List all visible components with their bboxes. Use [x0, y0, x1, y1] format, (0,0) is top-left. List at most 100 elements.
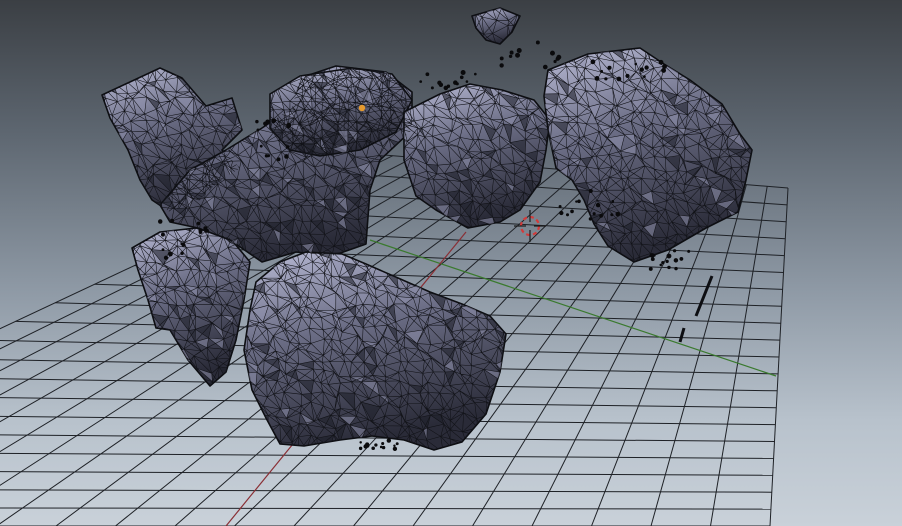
stray-vertex	[196, 221, 201, 226]
stray-vertex	[276, 157, 281, 162]
grid-line	[0, 452, 774, 459]
mesh-face	[741, 128, 751, 134]
mesh-face	[553, 37, 570, 45]
mesh-chunk-front-block[interactable]	[243, 251, 507, 451]
mesh-face	[130, 210, 145, 212]
stray-vertex	[419, 80, 423, 83]
mesh-face	[135, 201, 145, 211]
stray-vertex	[515, 52, 521, 58]
stray-vertex	[610, 213, 614, 217]
stray-vertex	[271, 118, 276, 124]
stray-vertex	[374, 443, 378, 447]
mesh-face	[279, 68, 290, 84]
mesh-face	[485, 0, 496, 6]
3d-cursor-icon[interactable]	[514, 210, 546, 242]
stray-vertex	[170, 218, 175, 223]
mesh-face	[251, 76, 261, 84]
mesh-face	[204, 67, 215, 77]
mesh-face	[102, 191, 103, 197]
stray-vertex	[625, 73, 630, 79]
stray-vertex	[615, 211, 621, 217]
stray-vertex	[674, 266, 678, 271]
stray-vertex	[687, 249, 691, 253]
stray-vertex	[648, 266, 653, 271]
stray-vertex	[535, 40, 540, 45]
mesh-face	[144, 201, 162, 212]
mesh-face	[103, 145, 118, 156]
stray-vertex	[163, 255, 169, 260]
stray-vertex	[381, 445, 386, 450]
mesh-face	[379, 242, 396, 255]
mesh-face	[102, 166, 115, 183]
mesh-face	[253, 414, 269, 429]
mesh-face	[394, 166, 406, 176]
stray-vertex	[459, 75, 464, 80]
mesh-face	[168, 377, 180, 386]
mesh-face	[281, 55, 296, 63]
mesh-face	[466, 434, 476, 450]
stray-vertex	[371, 446, 375, 451]
stray-vertex	[286, 125, 290, 129]
stray-vertex	[639, 67, 644, 72]
mesh-face	[132, 318, 148, 328]
stray-vertex	[392, 446, 398, 451]
stray-vertex	[595, 202, 601, 208]
mesh-face	[270, 68, 271, 69]
mesh-face	[102, 109, 103, 124]
3d-viewport[interactable]	[0, 0, 902, 526]
stray-vertex	[590, 59, 596, 65]
mesh-chunk-top-stand[interactable]	[471, 7, 521, 45]
mesh-face	[255, 66, 268, 75]
stray-vertex	[588, 188, 593, 193]
mesh-face	[727, 48, 746, 58]
stray-vertex	[575, 200, 578, 203]
object-origin-icon[interactable]	[358, 104, 366, 112]
stray-vertex	[550, 50, 555, 56]
mesh-face	[720, 230, 735, 248]
mesh-face	[112, 144, 124, 161]
mesh-face	[705, 66, 725, 82]
stray-vertex	[157, 219, 163, 224]
stray-vertex	[256, 128, 260, 132]
mesh-face	[231, 368, 240, 381]
mesh-face	[740, 70, 752, 81]
mesh-face	[415, 215, 430, 227]
stray-vertex	[516, 48, 522, 54]
mesh-face	[477, 427, 485, 438]
stray-vertex	[425, 72, 430, 77]
stray-vertex	[386, 438, 392, 443]
stray-vertex	[634, 62, 638, 66]
stray-vertex	[203, 226, 208, 231]
mesh-face	[244, 372, 258, 386]
stray-vertex	[509, 50, 514, 55]
mesh-face	[547, 232, 560, 249]
mesh-face	[443, 446, 456, 450]
mesh-face	[175, 59, 190, 67]
mesh-face	[214, 66, 229, 80]
stray-vertex	[658, 59, 664, 65]
stray-vertex	[161, 248, 165, 252]
stray-vertex	[661, 67, 667, 73]
mesh-face	[105, 155, 118, 168]
stray-vertex	[570, 209, 574, 214]
stray-vertex	[616, 76, 622, 82]
stray-vertex	[611, 199, 615, 203]
stray-vertex	[644, 65, 649, 70]
stray-vertex	[661, 260, 665, 265]
stray-vertex	[542, 64, 548, 70]
stray-vertex	[266, 154, 271, 158]
mesh-face	[102, 86, 106, 99]
stray-vertex	[565, 213, 570, 217]
mesh-face	[731, 256, 747, 262]
stray-vertex	[556, 54, 562, 60]
mesh-face	[401, 68, 411, 78]
stray-vertex	[198, 230, 203, 235]
grid-line	[0, 471, 773, 476]
mesh-face	[489, 294, 496, 304]
stray-vertex	[180, 242, 183, 246]
stray-vertex	[455, 82, 459, 86]
scene-canvas[interactable]	[0, 0, 902, 526]
stray-vertex	[659, 263, 663, 267]
stray-vertex	[259, 144, 263, 148]
stray-vertex	[600, 69, 604, 73]
